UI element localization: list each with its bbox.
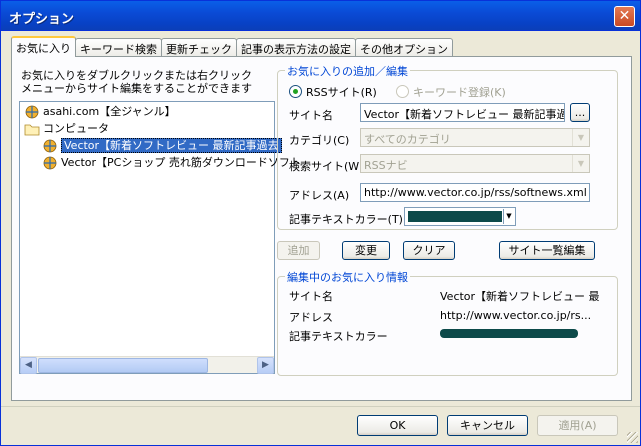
tab-favorites[interactable]: お気に入り [11, 36, 76, 57]
info-color-label: 記事テキストカラー [289, 330, 388, 343]
close-icon: ✕ [618, 8, 631, 24]
add-edit-title: お気に入りの追加／編集 [285, 63, 410, 79]
ok-button[interactable]: OK [357, 415, 438, 436]
keyword-register-label: キーワード登録(K) [413, 86, 506, 99]
rss-site-label: RSSサイト(R) [306, 86, 377, 99]
scroll-thumb[interactable] [38, 358, 208, 373]
change-button[interactable]: 変更 [342, 241, 390, 260]
site-list-edit-button[interactable]: サイト一覧編集 [499, 241, 595, 260]
options-dialog: オプション ✕ お気に入り キーワード検索 更新チェック 記事の表示方法の設定 … [0, 0, 641, 446]
instruction-line: メニューからサイト編集をすることができます [21, 82, 252, 95]
text-color-label: 記事テキストカラー(T) [289, 213, 403, 226]
rss-globe-icon [25, 105, 39, 119]
search-site-value: RSSナビ [364, 159, 408, 172]
tree-item-vector-pcshop[interactable]: Vector【PCショップ 売れ筋ダウンロードソフト [42, 155, 301, 171]
tree-folder-label: コンピュータ [43, 122, 109, 135]
chevron-down-icon: ▼ [572, 129, 589, 146]
tree-folder-computer[interactable]: コンピュータ [24, 121, 109, 137]
search-site-label: 検索サイト(W) [289, 160, 364, 173]
category-select[interactable]: すべてのカテゴリ ▼ [360, 128, 590, 147]
resize-grip[interactable] [627, 432, 638, 443]
arrow-left-icon: ◀ [25, 360, 32, 370]
chevron-down-icon: ▼ [572, 155, 589, 172]
tab-strip: お気に入り キーワード検索 更新チェック 記事の表示方法の設定 その他オプション [11, 36, 453, 57]
search-site-select[interactable]: RSSナビ ▼ [360, 154, 590, 173]
address-label: アドレス(A) [289, 189, 350, 202]
horizontal-scrollbar[interactable]: ◀ ▶ [20, 356, 274, 374]
window-title: オプション [9, 12, 75, 27]
keyword-register-radio[interactable] [396, 85, 409, 98]
info-color-swatch [440, 329, 578, 338]
title-bar[interactable]: オプション ✕ [1, 1, 640, 31]
editing-info-title: 編集中のお気に入り情報 [285, 269, 410, 285]
info-address-label: アドレス [289, 311, 333, 324]
favorites-panel: お気に入りをダブルクリックまたは右クリック メニューからサイト編集をすることがで… [11, 56, 632, 401]
scroll-left-button[interactable]: ◀ [20, 357, 37, 374]
tab-update-check[interactable]: 更新チェック [161, 38, 237, 57]
tree-item-vector-news[interactable]: Vector【新着ソフトレビュー 最新記事過去 [42, 138, 282, 154]
clear-button[interactable]: クリア [403, 241, 455, 260]
info-address-value: http://www.vector.co.jp/rs... [440, 309, 592, 322]
chevron-down-icon: ▼ [503, 209, 514, 224]
tree-item-label: Vector【PCショップ 売れ筋ダウンロードソフト [61, 156, 301, 169]
text-color-swatch [408, 211, 502, 222]
tab-other-options[interactable]: その他オプション [355, 38, 453, 57]
browse-button[interactable]: ... [570, 103, 590, 122]
instruction-line: お気に入りをダブルクリックまたは右クリック [21, 69, 252, 82]
tab-keyword-search[interactable]: キーワード検索 [75, 38, 162, 57]
category-value: すべてのカテゴリ [364, 133, 451, 146]
text-color-picker[interactable]: ▼ [404, 207, 516, 226]
favorites-tree[interactable]: asahi.com【全ジャンル】 コンピュータ Vector【新着ソフトレビュー… [19, 101, 301, 374]
folder-icon [24, 124, 40, 136]
address-field[interactable]: http://www.vector.co.jp/rss/softnews.xml [360, 183, 590, 202]
tree-item-asahi[interactable]: asahi.com【全ジャンル】 [24, 104, 176, 120]
scroll-right-button[interactable]: ▶ [257, 357, 274, 374]
rss-globe-icon [43, 139, 57, 153]
instructions: お気に入りをダブルクリックまたは右クリック メニューからサイト編集をすることがで… [21, 69, 252, 95]
site-name-label: サイト名 [289, 109, 333, 122]
arrow-right-icon: ▶ [262, 360, 269, 370]
site-name-field[interactable]: Vector【新着ソフトレビュー 最新記事過去 [360, 103, 565, 122]
tab-article-display[interactable]: 記事の表示方法の設定 [236, 38, 356, 57]
close-button[interactable]: ✕ [614, 6, 635, 27]
tree-item-label: asahi.com【全ジャンル】 [43, 105, 176, 118]
tree-item-label: Vector【新着ソフトレビュー 最新記事過去 [61, 138, 282, 153]
info-site-name-value: Vector【新着ソフトレビュー 最 [440, 290, 600, 303]
add-button[interactable]: 追加 [277, 241, 320, 260]
cancel-button[interactable]: キャンセル [447, 415, 528, 436]
category-label: カテゴリ(C) [289, 134, 350, 147]
rss-globe-icon [43, 156, 57, 170]
rss-site-radio[interactable] [289, 85, 302, 98]
editing-info-group: 編集中のお気に入り情報 サイト名 Vector【新着ソフトレビュー 最 アドレス… [277, 269, 618, 376]
info-site-name-label: サイト名 [289, 290, 333, 303]
footer-divider [1, 406, 640, 407]
add-edit-group: お気に入りの追加／編集 RSSサイト(R) キーワード登録(K) サイト名 Ve… [277, 63, 618, 230]
apply-button[interactable]: 適用(A) [537, 415, 618, 436]
